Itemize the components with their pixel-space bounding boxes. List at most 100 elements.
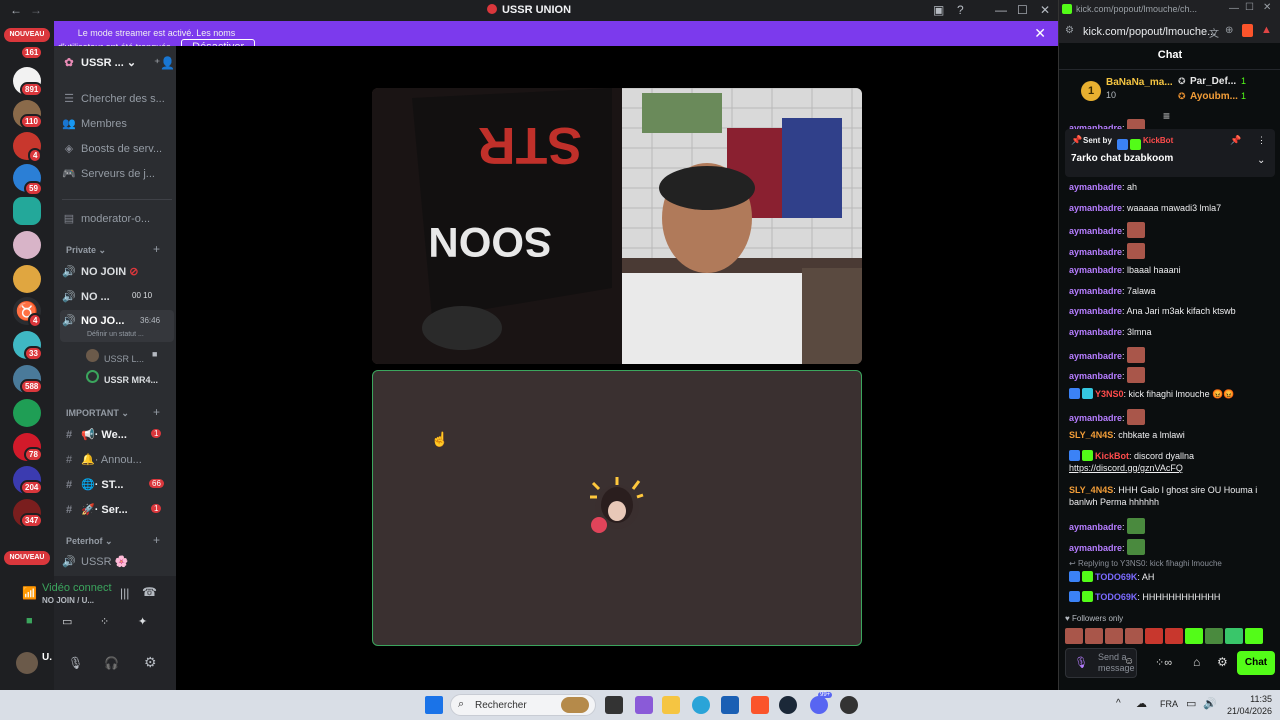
shop-icon[interactable]: ⌂	[1193, 655, 1200, 669]
send-chat-button[interactable]: Chat	[1237, 651, 1275, 675]
steam-icon[interactable]	[779, 696, 797, 714]
disconnect-icon[interactable]: ☎	[142, 585, 157, 599]
discord-link[interactable]: https://discord.gg/gznVAcFQ	[1069, 463, 1183, 473]
windows-start-icon[interactable]	[425, 696, 443, 714]
translate-icon[interactable]: 文	[1209, 25, 1219, 40]
soundboard-icon[interactable]: ✦	[138, 615, 147, 628]
volume-icon[interactable]: 🔊	[1203, 697, 1217, 710]
unread-badge: 588	[20, 379, 44, 394]
banner-close-icon[interactable]: ✕	[1034, 25, 1046, 42]
inbox-icon[interactable]: ▣	[933, 3, 944, 17]
taskbar-search[interactable]: ⌕ Rechercher	[450, 694, 596, 716]
help-icon[interactable]: ?	[957, 3, 964, 17]
more-icon[interactable]: ⋮	[1257, 135, 1266, 146]
server-icon[interactable]	[13, 399, 41, 427]
emote[interactable]	[1125, 628, 1143, 644]
file-explorer-icon[interactable]	[662, 696, 680, 714]
headset-icon[interactable]: 🎧	[104, 656, 119, 670]
maximize-icon[interactable]: ☐	[1245, 2, 1254, 13]
emote[interactable]	[1105, 628, 1123, 644]
webcam-video[interactable]: STR SOON	[372, 88, 862, 364]
emote[interactable]	[1185, 628, 1203, 644]
emote[interactable]	[1245, 628, 1263, 644]
screen-share-icon[interactable]: ▭	[62, 615, 72, 628]
edge-icon[interactable]	[692, 696, 710, 714]
channel-moderator[interactable]: ▤ moderator-o...	[62, 212, 172, 225]
obs-icon[interactable]	[840, 696, 858, 714]
add-channel-icon[interactable]: +	[153, 533, 160, 547]
tray-chevron-icon[interactable]: ^	[1116, 698, 1121, 709]
brave-shield-icon[interactable]	[1242, 24, 1253, 37]
menu-members[interactable]: 👥 Membres	[62, 117, 172, 130]
user-avatar[interactable]	[16, 652, 38, 674]
voice-channel[interactable]: 🔊 NO ...	[62, 290, 172, 303]
discord-icon[interactable]	[810, 696, 828, 714]
microphone-icon[interactable]: 🎙	[68, 656, 83, 670]
copilot-icon[interactable]	[635, 696, 653, 714]
category-private[interactable]: Private ⌄	[66, 245, 106, 256]
voice-channel[interactable]: 🔊 USSR 🌸	[62, 555, 172, 568]
maximize-icon[interactable]: ☐	[1017, 3, 1028, 17]
server-icon[interactable]	[13, 197, 41, 225]
language-indicator[interactable]: FRA	[1160, 699, 1178, 709]
activities-icon[interactable]: ⁘	[100, 615, 109, 628]
settings-icon[interactable]: ⚙	[1217, 655, 1228, 669]
pinned-bot[interactable]: KickBot	[1143, 136, 1173, 145]
zoom-icon[interactable]: ⊕	[1225, 25, 1233, 36]
store-icon[interactable]	[721, 696, 739, 714]
people-icon[interactable]: ⁘∞	[1155, 656, 1172, 669]
add-channel-icon[interactable]: +	[153, 242, 160, 256]
site-info-icon[interactable]: ⚙	[1065, 25, 1074, 36]
text-channel[interactable]: # 🔔· Annou...	[62, 453, 172, 466]
emote[interactable]	[1085, 628, 1103, 644]
cloud-icon[interactable]: ☁	[1136, 697, 1147, 710]
emoji-icon[interactable]: ☺	[1124, 656, 1134, 667]
server-icon[interactable]	[13, 265, 41, 293]
network-icon[interactable]: ▭	[1186, 697, 1196, 710]
add-channel-icon[interactable]: +	[153, 405, 160, 419]
badges	[1117, 135, 1143, 153]
category-peterhof[interactable]: Peterhof ⌄	[66, 536, 113, 547]
noise-icon[interactable]: |||	[120, 586, 129, 600]
menu-game-servers[interactable]: 🎮 Serveurs de j...	[62, 167, 172, 180]
status-hint[interactable]: Définir un statut ...	[87, 331, 144, 338]
emote[interactable]	[1165, 628, 1183, 644]
leader-name[interactable]: Ayoubm...	[1190, 91, 1238, 102]
camera-toggle-icon[interactable]: ■	[26, 615, 33, 627]
address-text[interactable]: kick.com/popout/lmouche...	[1083, 26, 1216, 38]
badge-icon	[1082, 591, 1093, 602]
voice-channel[interactable]: 🔊 NO JOIN ⊘	[62, 265, 172, 278]
menu-boosts[interactable]: ◈ Boosts de serv...	[62, 142, 172, 155]
participant-tile[interactable]: ☝	[372, 370, 862, 646]
close-window-icon[interactable]: ✕	[1040, 3, 1050, 17]
emote[interactable]	[1145, 628, 1163, 644]
leader-name[interactable]: Par_Def...	[1190, 76, 1236, 87]
close-window-icon[interactable]: ✕	[1263, 2, 1271, 13]
address-bar[interactable]: ⚙ kick.com/popout/lmouche... 文 ⊕ ▲	[1059, 21, 1280, 43]
microphone-icon[interactable]: 🎙	[1074, 656, 1088, 669]
settings-icon[interactable]: ⚙	[144, 654, 157, 671]
emote[interactable]	[1225, 628, 1243, 644]
chevron-down-icon[interactable]: ⌄	[1257, 155, 1265, 166]
minimize-icon[interactable]: —	[995, 3, 1007, 17]
task-view-icon[interactable]	[605, 696, 623, 714]
user-tag[interactable]: U.	[42, 652, 52, 663]
voice-user[interactable]: USSR MR4...	[86, 370, 176, 385]
browser-tab[interactable]: kick.com/popout/lmouche/ch... — ☐ ✕	[1059, 0, 1280, 21]
minimize-icon[interactable]: —	[1229, 3, 1239, 14]
voice-status-title[interactable]: Vidéo connect	[42, 582, 112, 594]
leader-name[interactable]: BaNaNa_ma...	[1106, 77, 1173, 88]
warning-icon[interactable]: ▲	[1261, 24, 1272, 36]
unpin-icon[interactable]: 📌	[1230, 135, 1241, 146]
pinned-message[interactable]: 📌 Sent by KickBot 📌 ⋮ 7arko chat bzabkoo…	[1065, 129, 1275, 177]
category-important[interactable]: IMPORTANT ⌄	[66, 408, 129, 419]
voice-status-subtitle[interactable]: NO JOIN / U...	[42, 596, 94, 605]
emote[interactable]	[1205, 628, 1223, 644]
emote[interactable]	[1065, 628, 1083, 644]
brave-icon[interactable]	[751, 696, 769, 714]
invite-icon[interactable]: ⁺👤	[154, 56, 175, 70]
message-input[interactable]: 🎙 Send a message ☺	[1065, 648, 1137, 678]
menu-search[interactable]: ☰ Chercher des s...	[62, 92, 172, 105]
server-icon[interactable]	[13, 231, 41, 259]
system-clock[interactable]: 11:35 21/04/2026	[1226, 693, 1272, 717]
